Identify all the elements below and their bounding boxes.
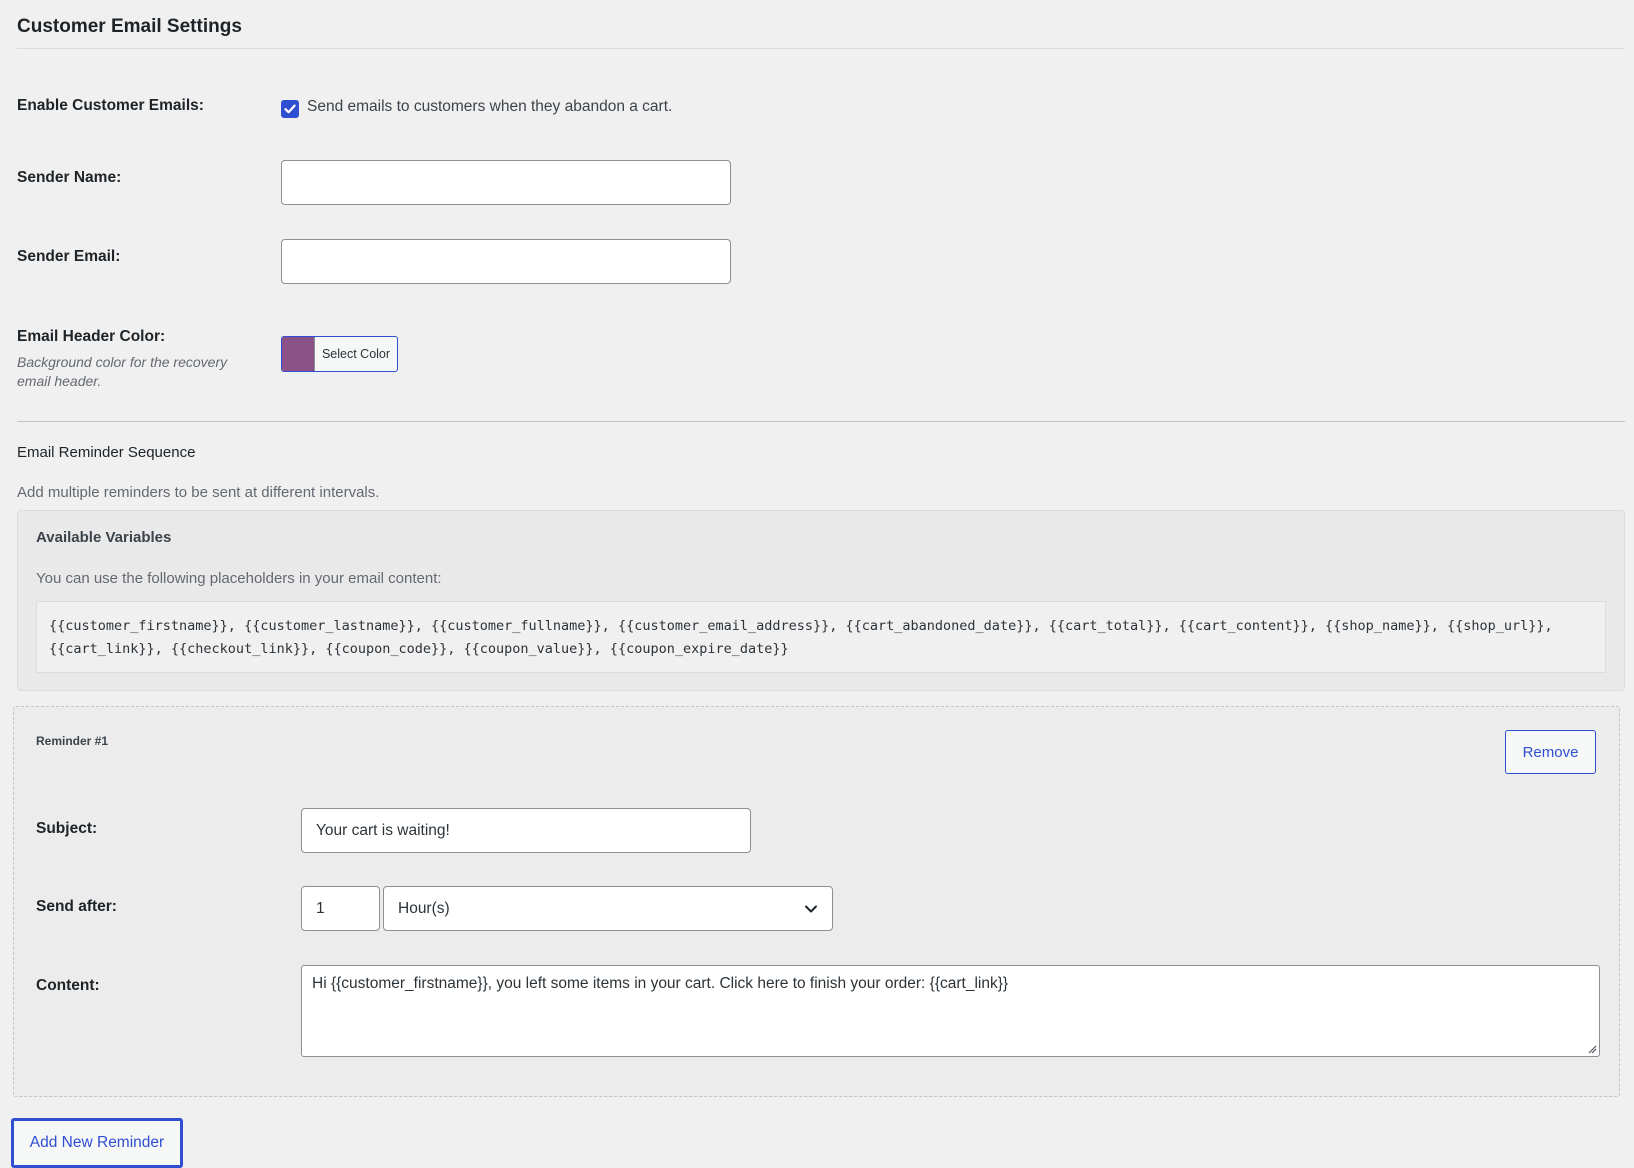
content-text: Hi {{customer_firstname}}, you left some… [312, 975, 1009, 992]
send-after-unit-value: Hour(s) [398, 899, 450, 917]
chevron-down-icon [805, 905, 817, 912]
checkmark-icon [284, 104, 296, 114]
reminder-title: Reminder #1 [36, 734, 109, 748]
sender-email-label: Sender Email: [17, 248, 121, 265]
variables-line-1: {{customer_firstname}}, {{customer_lastn… [49, 618, 1553, 634]
select-color-button[interactable]: Select Color [281, 336, 398, 372]
add-new-reminder-button[interactable]: Add New Reminder [11, 1118, 183, 1168]
sender-name-input[interactable] [281, 160, 731, 205]
header-color-label: Email Header Color: [17, 328, 166, 345]
color-swatch [282, 337, 315, 371]
send-after-number-input[interactable]: 1 [301, 886, 380, 931]
subject-label: Subject: [36, 820, 98, 837]
remove-reminder-button[interactable]: Remove [1505, 730, 1596, 774]
header-color-description: Background color for the recovery email … [17, 354, 228, 389]
customer-email-settings-page: Customer Email Settings Enable Customer … [0, 0, 1634, 1168]
reminder-sequence-description: Add multiple reminders to be sent at dif… [17, 484, 380, 501]
send-after-label: Send after: [36, 898, 117, 915]
reminder-card: Reminder #1 Remove Subject: Your cart is… [13, 706, 1620, 1097]
sender-name-label: Sender Name: [17, 169, 122, 186]
content-textarea[interactable]: Hi {{customer_firstname}}, you left some… [301, 965, 1600, 1057]
section-title: Customer Email Settings [17, 16, 242, 37]
variables-code-block: {{customer_firstname}}, {{customer_lastn… [36, 601, 1606, 673]
resize-handle-icon[interactable] [1587, 1044, 1597, 1054]
available-variables-panel: Available Variables You can use the foll… [17, 510, 1625, 691]
send-after-unit-select[interactable]: Hour(s) [383, 886, 833, 931]
reminder-sequence-heading: Email Reminder Sequence [17, 444, 196, 461]
variables-line-2: {{cart_link}}, {{checkout_link}}, {{coup… [49, 641, 789, 657]
select-color-label: Select Color [321, 347, 391, 361]
section-divider [17, 421, 1625, 422]
title-divider [17, 48, 1625, 49]
subject-input[interactable]: Your cart is waiting! [301, 808, 751, 853]
sender-email-input[interactable] [281, 239, 731, 284]
enable-emails-checkbox-label[interactable]: Send emails to customers when they aband… [307, 98, 672, 116]
available-variables-title: Available Variables [36, 529, 172, 546]
enable-emails-label: Enable Customer Emails: [17, 97, 204, 114]
available-variables-description: You can use the following placeholders i… [36, 570, 442, 587]
content-label: Content: [36, 977, 100, 994]
enable-emails-checkbox[interactable] [281, 100, 299, 118]
